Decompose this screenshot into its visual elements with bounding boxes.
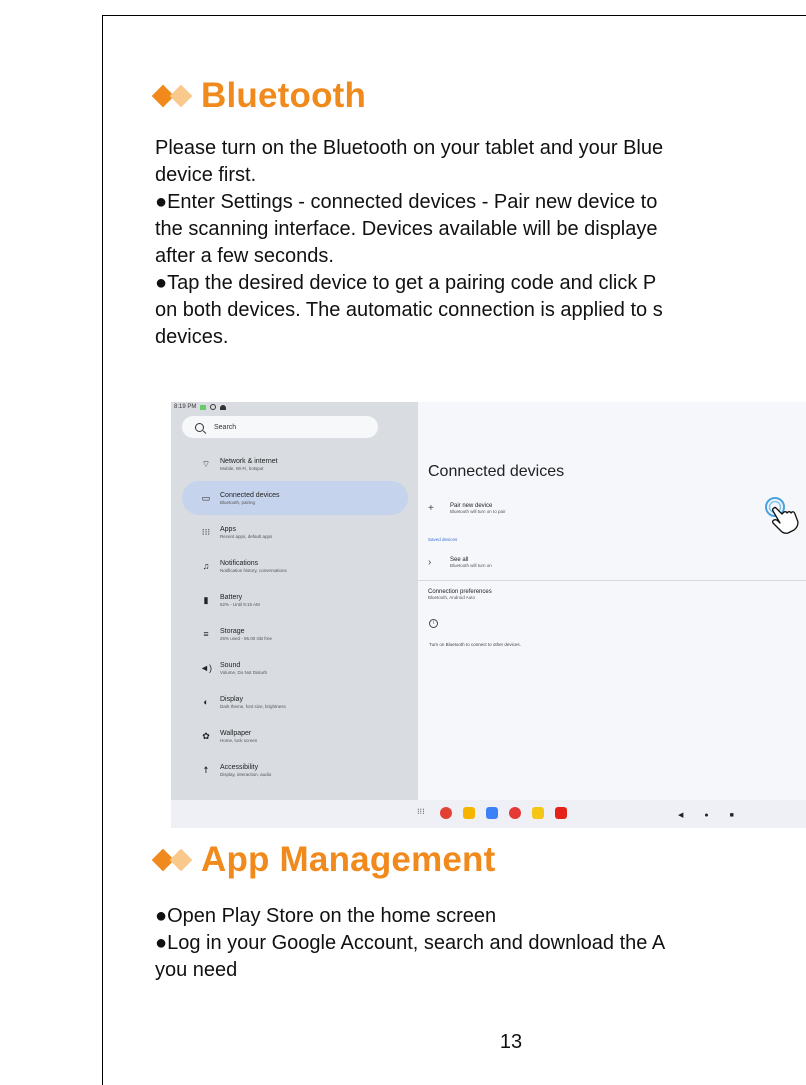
info-icon: i <box>429 619 438 628</box>
sidebar-item[interactable]: ▭ Connected devices Bluetooth, pairing <box>182 481 408 515</box>
sidebar-item-subtitle: 62% - Until 9:15 AM <box>220 601 260 607</box>
page-number: 13 <box>499 1031 523 1053</box>
speaker-icon: ◄) <box>200 663 212 673</box>
text-line: ●Tap the desired device to get a pairing… <box>155 272 657 294</box>
section-title-bluetooth: Bluetooth <box>201 76 367 115</box>
divider <box>418 580 806 581</box>
youtube-icon[interactable] <box>555 807 567 819</box>
sidebar-item[interactable]: ▮ Battery 62% - Until 9:15 AM <box>182 583 408 617</box>
sidebar-item-title: Network & internet <box>220 457 278 465</box>
sidebar-item[interactable]: ≡ Storage 26% used - 95.00 GB free <box>182 617 408 651</box>
sidebar-item[interactable]: ◄) Sound Volume, Do Not Disturb <box>182 651 408 685</box>
palette-icon: ✿ <box>202 730 210 741</box>
home-icon[interactable]: ● <box>704 812 708 819</box>
status-bar: 8:19 PM <box>174 404 227 410</box>
sidebar-item-title: Apps <box>220 525 236 533</box>
sidebar-item[interactable]: ◐ Display Dark theme, font size, brightnes… <box>182 685 408 719</box>
pair-new-device-row[interactable]: + Pair new device Bluetooth will turn on… <box>428 503 506 514</box>
youtube-music-icon[interactable] <box>509 807 521 819</box>
back-icon[interactable]: ◀ <box>678 811 683 819</box>
sidebar-item-subtitle: Bluetooth, pairing <box>220 499 256 505</box>
storage-icon: ≡ <box>203 629 209 639</box>
sidebar-item[interactable]: ⌔ Network & internet Mobile, Wi-Fi, hotspo… <box>182 447 408 481</box>
settings-sidebar: 8:19 PM Search ⌔ Network & internet Mobile… <box>171 402 418 828</box>
see-all-row[interactable]: › See all Bluetooth will turn on <box>428 557 492 568</box>
taskbar: ⁝⁝⁝ ◀ ● ■ <box>171 800 806 828</box>
photos-icon[interactable] <box>463 807 475 819</box>
apps-grid-icon: ⁝⁝⁝ <box>201 526 211 537</box>
text-line: you need <box>155 959 238 981</box>
recents-icon[interactable]: ■ <box>730 812 734 819</box>
text-line: after a few seconds. <box>155 245 334 267</box>
search-icon <box>195 422 204 432</box>
sidebar-item[interactable]: ☨ Accessibility Display, interaction, audi… <box>182 753 408 787</box>
bluetooth-info-text: Turn on Bluetooth to connect to other de… <box>429 642 521 647</box>
sidebar-item-title: Display <box>220 695 243 703</box>
text-line: the scanning interface. Devices availabl… <box>155 218 658 240</box>
sidebar-item-subtitle: 26% used - 95.00 GB free <box>220 635 273 641</box>
pair-new-device-subtitle: Bluetooth will turn on to pair <box>450 509 506 514</box>
system-nav: ◀ ● ■ <box>678 811 734 820</box>
sync-icon <box>210 404 217 410</box>
bluetooth-heading: Bluetooth <box>151 76 367 116</box>
sidebar-item[interactable]: ✿ Wallpaper Home, lock screen <box>182 719 408 753</box>
sidebar-item-subtitle: Notification history, conversations <box>220 567 287 573</box>
chrome-icon[interactable] <box>440 807 452 819</box>
tap-hand-icon <box>765 497 799 534</box>
sidebar-item-subtitle: Display, interaction, audio <box>220 771 272 777</box>
diamond-bullets-icon <box>151 84 193 108</box>
sidebar-item-title: Notifications <box>220 559 259 567</box>
camera-icon[interactable] <box>532 807 544 819</box>
app-drawer-icon[interactable]: ⁝⁝⁝ <box>417 807 429 819</box>
sidebar-item-title: Connected devices <box>220 491 280 499</box>
sidebar-item-title: Accessibility <box>220 763 259 771</box>
section-title-app-management: App Management <box>201 840 496 879</box>
sidebar-item[interactable]: ⁝⁝⁝ Apps Recent apps, default apps <box>182 515 408 549</box>
app-management-instructions: ●Open Play Store on the home screen ●Log… <box>155 903 665 984</box>
sidebar-item-subtitle: Home, lock screen <box>220 737 258 743</box>
cloud-icon <box>220 404 227 410</box>
saved-devices-label: Saved devices <box>428 537 458 542</box>
text-line: ●Log in your Google Account, search and … <box>155 932 666 954</box>
text-line: on both devices. The automatic connectio… <box>155 299 663 321</box>
app-management-heading: App Management <box>151 840 496 880</box>
connection-preferences-row[interactable]: Connection preferences Bluetooth, Androi… <box>428 589 492 600</box>
status-time: 8:19 PM <box>174 404 197 410</box>
search-input[interactable]: Search <box>182 416 378 438</box>
sidebar-item-subtitle: Mobile, Wi-Fi, hotspot <box>220 465 264 471</box>
files-icon[interactable] <box>486 807 498 819</box>
text-line: ●Open Play Store on the home screen <box>155 905 497 927</box>
text-line: device first. <box>155 164 257 186</box>
sidebar-item-title: Storage <box>220 627 245 635</box>
notification-icon <box>200 404 207 410</box>
connection-preferences-subtitle: Bluetooth, Android Auto <box>428 595 476 600</box>
text-line: Please turn on the Bluetooth on your tab… <box>155 137 664 159</box>
plus-icon: + <box>428 503 434 514</box>
search-placeholder: Search <box>214 423 237 431</box>
devices-icon: ▭ <box>201 492 211 503</box>
text-line: ●Enter Settings - connected devices - Pa… <box>155 191 658 213</box>
connected-devices-pane: Connected devices + Pair new device Blue… <box>418 402 806 828</box>
chevron-right-icon: › <box>428 557 432 568</box>
brightness-icon: ◐ <box>203 697 209 707</box>
sidebar-item-subtitle: Recent apps, default apps <box>220 533 273 539</box>
battery-icon: ▮ <box>203 594 209 605</box>
diamond-bullets-icon <box>151 848 193 872</box>
wifi-icon: ⌔ <box>201 458 211 469</box>
sidebar-item-subtitle: Dark theme, font size, brightness <box>220 703 286 709</box>
sidebar-item-subtitle: Volume, Do Not Disturb <box>220 669 268 675</box>
text-line: devices. <box>155 326 229 348</box>
bell-icon: ♫ <box>202 561 210 571</box>
sidebar-item-title: Battery <box>220 593 243 601</box>
sidebar-item-title: Wallpaper <box>220 729 252 737</box>
settings-screenshot: 8:19 PM Search ⌔ Network & internet Mobile… <box>171 402 806 828</box>
page-title: Connected devices <box>428 463 565 480</box>
sidebar-item[interactable]: ♫ Notifications Notification history, conv… <box>182 549 408 583</box>
bluetooth-instructions: Please turn on the Bluetooth on your tab… <box>155 135 663 351</box>
accessibility-icon: ☨ <box>203 764 209 775</box>
sidebar-item-title: Sound <box>220 661 241 669</box>
see-all-subtitle: Bluetooth will turn on <box>450 563 492 568</box>
